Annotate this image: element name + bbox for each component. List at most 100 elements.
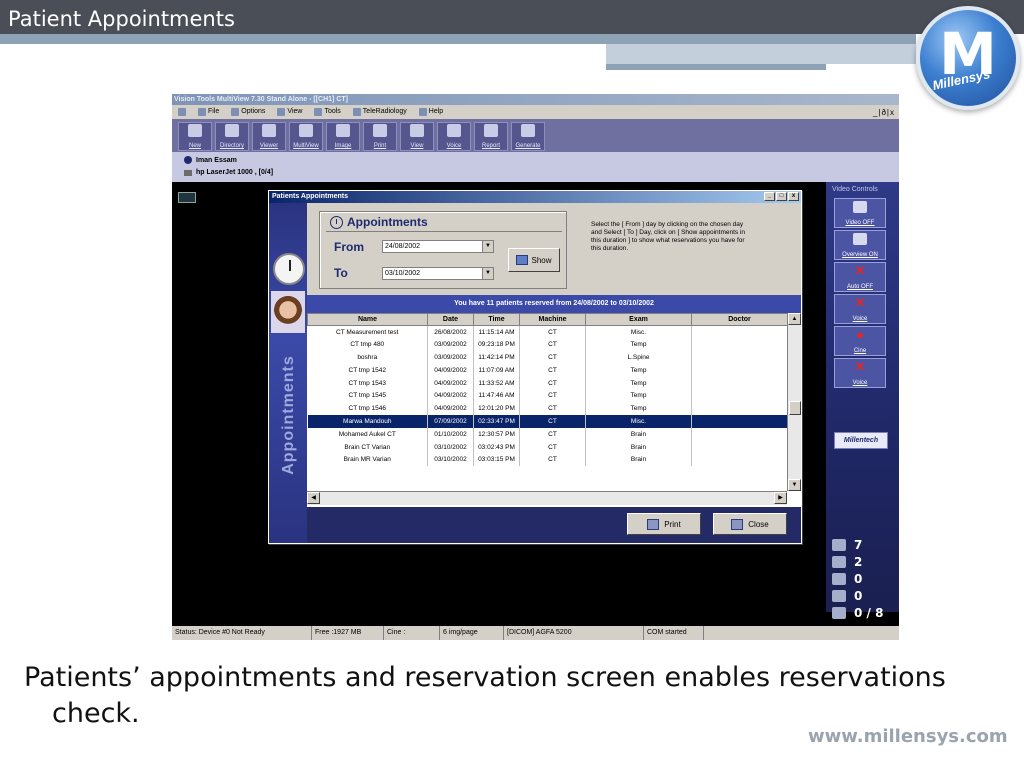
column-header-date[interactable]: Date bbox=[427, 313, 474, 326]
stat-reports: 0 bbox=[832, 587, 896, 604]
toolbar-viewer-button[interactable]: Viewer bbox=[252, 122, 286, 151]
image-stack-icon bbox=[832, 538, 846, 551]
header-band-accent bbox=[606, 64, 826, 70]
table-header-row: Name Date Time Machine Exam Doctor bbox=[307, 313, 788, 326]
toolbar-generate-button[interactable]: Generate bbox=[511, 122, 545, 151]
table-row[interactable]: CT tmp 1542 04/09/2002 11:07:09 AM CT Temp bbox=[307, 363, 788, 377]
to-date-select[interactable]: 03/10/2002 ▼ bbox=[382, 267, 494, 280]
column-header-name[interactable]: Name bbox=[307, 313, 428, 326]
dialog-close-button[interactable]: x bbox=[788, 192, 799, 201]
monitor-icon[interactable] bbox=[178, 192, 196, 203]
toolbar-directory-button[interactable]: Directory bbox=[215, 122, 249, 151]
red-x-icon: ✕ bbox=[854, 263, 866, 278]
table-row[interactable]: boshra 03/09/2002 11:42:14 PM CT L.Spine bbox=[307, 351, 788, 364]
dialog-controls: _ □ x bbox=[764, 192, 799, 201]
scroll-thumb[interactable] bbox=[789, 401, 801, 415]
menu-view[interactable]: View bbox=[271, 105, 308, 119]
menu-file[interactable]: File bbox=[192, 105, 225, 119]
cine-icon: ● bbox=[856, 327, 864, 342]
scroll-down-icon[interactable]: ▼ bbox=[788, 479, 801, 491]
print-icon bbox=[373, 124, 387, 137]
table-row[interactable]: CT tmp 1545 04/09/2002 11:47:46 AM CT Temp bbox=[307, 389, 788, 403]
toolbar-new-button[interactable]: New bbox=[178, 122, 212, 151]
dialog-title: Patients Appointments bbox=[272, 193, 348, 200]
voice-button[interactable]: ✕ Voice bbox=[834, 294, 886, 324]
column-header-doctor[interactable]: Doctor bbox=[691, 313, 788, 326]
toolbar-voice-button[interactable]: Voice bbox=[437, 122, 471, 151]
dialog-title-bar: Patients Appointments _ □ x bbox=[269, 191, 801, 203]
toolbar-image-button[interactable]: Image bbox=[326, 122, 360, 151]
app-menu-bar: File Options View Tools TeleRadiology He… bbox=[172, 105, 899, 119]
millentech-badge: Millentech bbox=[834, 432, 888, 449]
receptionist-photo bbox=[271, 291, 305, 333]
vertical-scrollbar[interactable]: ▲ ▼ bbox=[787, 313, 801, 491]
table-row[interactable]: CT tmp 1543 04/09/2002 11:33:52 AM CT Temp bbox=[307, 376, 788, 390]
status-cine: Cine : bbox=[384, 626, 440, 640]
chevron-down-icon[interactable]: ▼ bbox=[482, 241, 493, 252]
print-button[interactable]: Print bbox=[627, 513, 701, 535]
table-row[interactable]: CT tmp 1546 04/09/2002 12:01:20 PM CT Temp bbox=[307, 402, 788, 416]
red-x-icon: ✕ bbox=[854, 295, 866, 310]
header-band-right bbox=[606, 44, 916, 64]
auto-off-button[interactable]: ✕ Auto OFF bbox=[834, 262, 886, 292]
menu-options[interactable]: Options bbox=[225, 105, 271, 119]
printer-icon bbox=[647, 518, 660, 530]
slide-title: Patient Appointments bbox=[8, 7, 235, 31]
table-row[interactable]: Mohamed Aukel CT 01/10/2002 12:30:57 PM CT B… bbox=[307, 427, 788, 441]
teleradiology-icon bbox=[352, 108, 361, 116]
show-button[interactable]: Show bbox=[508, 248, 560, 272]
view-icon bbox=[277, 108, 286, 116]
close-door-icon bbox=[731, 518, 744, 530]
table-row[interactable]: CT tmp 480 03/09/2002 09:23:18 PM CT Temp bbox=[307, 338, 788, 352]
menu-tools[interactable]: Tools bbox=[308, 105, 346, 119]
voice-toggle-button[interactable]: ✕ Voice bbox=[834, 358, 886, 388]
horizontal-scrollbar[interactable]: ◀ ▶ bbox=[307, 491, 787, 505]
footer-url: www.millensys.com bbox=[808, 726, 1008, 747]
cine-button[interactable]: ● Cine bbox=[834, 326, 886, 356]
toolbar-print-button[interactable]: Print bbox=[363, 122, 397, 151]
column-header-machine[interactable]: Machine bbox=[519, 313, 586, 326]
file-icon bbox=[198, 108, 206, 116]
to-label: To bbox=[334, 266, 348, 280]
table-row[interactable]: CT Measurement test 26/08/2002 11:15:14 AM… bbox=[307, 325, 788, 339]
options-icon bbox=[231, 108, 240, 116]
red-x-icon: ✕ bbox=[854, 359, 866, 374]
report-icon bbox=[484, 124, 498, 137]
instructions-text: Select the [ From ] day by clicking on t… bbox=[591, 221, 746, 252]
clock-icon bbox=[330, 215, 343, 229]
dialog-footer: Print Close bbox=[307, 507, 801, 543]
table-row[interactable]: Brain MR Varian 03/10/2002 03:03:15 PM CT Br… bbox=[307, 453, 788, 467]
patients-appointments-dialog: Patients Appointments _ □ x Appointments… bbox=[268, 190, 802, 544]
slide-header: Patient Appointments bbox=[0, 0, 1024, 34]
calendar-icon bbox=[516, 255, 529, 265]
close-button[interactable]: Close bbox=[713, 513, 787, 535]
table-row-selected[interactable]: Marwa Mandouh 07/09/2002 02:33:47 PM CT Misc… bbox=[307, 415, 788, 428]
menu-teleradiology[interactable]: TeleRadiology bbox=[347, 105, 413, 119]
appointments-table: Name Date Time Machine Exam Doctor CT Me… bbox=[307, 313, 788, 467]
vertical-appointments-label: Appointments bbox=[280, 355, 297, 475]
column-header-exam[interactable]: Exam bbox=[585, 313, 692, 326]
toolbar-report-button[interactable]: Report bbox=[474, 122, 508, 151]
toolbar-multiview-button[interactable]: MultiView bbox=[289, 122, 323, 151]
slide-caption: Patients’ appointments and reservation s… bbox=[24, 662, 946, 729]
scroll-right-icon[interactable]: ▶ bbox=[774, 492, 787, 504]
table-row[interactable]: Brain CT Varian 03/10/2002 03:02:43 PM CT Br… bbox=[307, 440, 788, 454]
patient-info-bar: Iman Essam hp LaserJet 1000 , [0/4] bbox=[172, 152, 899, 182]
scroll-left-icon[interactable]: ◀ bbox=[307, 492, 320, 504]
overview-icon bbox=[853, 233, 867, 245]
app-window-controls[interactable]: _|ð|x bbox=[873, 106, 895, 120]
millensys-logo: M Millensys bbox=[916, 6, 1020, 110]
video-off-button[interactable]: Video OFF bbox=[834, 198, 886, 228]
overview-on-button[interactable]: Overview ON bbox=[834, 230, 886, 260]
toolbar-view-button[interactable]: View bbox=[400, 122, 434, 151]
status-empty bbox=[704, 626, 899, 640]
app-toolbar: New Directory Viewer MultiView Image Pri… bbox=[172, 119, 899, 152]
scroll-up-icon[interactable]: ▲ bbox=[788, 313, 801, 325]
column-header-time[interactable]: Time bbox=[473, 313, 520, 326]
dialog-maximize-button[interactable]: □ bbox=[776, 192, 787, 201]
chevron-down-icon[interactable]: ▼ bbox=[482, 268, 493, 279]
printer-icon bbox=[184, 169, 192, 176]
dialog-minimize-button[interactable]: _ bbox=[764, 192, 775, 201]
from-date-select[interactable]: 24/08/2002 ▼ bbox=[382, 240, 494, 253]
menu-help[interactable]: Help bbox=[413, 105, 449, 119]
